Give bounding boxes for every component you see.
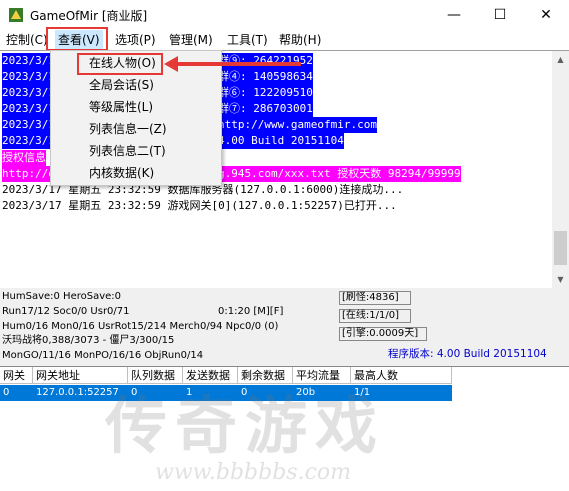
online-count-box: [在线:1/1/0] bbox=[339, 309, 411, 323]
annotation-arrow bbox=[176, 62, 301, 66]
log-line-rest: http://www.gameofmir.com bbox=[218, 117, 377, 133]
status-time: 0:1:20 [M][F] bbox=[218, 306, 284, 317]
menu-help[interactable]: 帮助(H) bbox=[276, 30, 324, 50]
log-line-rest: 群⑦: 286703001 bbox=[218, 101, 313, 117]
menu-list-info-two[interactable]: 列表信息二(T) bbox=[51, 141, 221, 162]
status-mongo: MonGO/11/16 MonPO/16/16 ObjRun0/14 bbox=[2, 350, 204, 361]
license-line: 授权信息 bbox=[2, 150, 46, 166]
status-hum: Hum0/16 Mon0/16 UsrRot15/214 Merch0/94 N… bbox=[2, 321, 279, 332]
menu-list-info-one[interactable]: 列表信息一(Z) bbox=[51, 119, 221, 140]
status-save: HumSave:0 HeroSave:0 bbox=[2, 291, 122, 302]
menu-level-attributes[interactable]: 等级属性(L) bbox=[51, 97, 221, 118]
scroll-thumb[interactable] bbox=[554, 231, 567, 265]
menu-view-highlight bbox=[46, 27, 108, 51]
window-title: GameOfMir [商业版] bbox=[30, 9, 148, 23]
log-line: 2023/3/17 星期五 23:32:59 游戏网关[0](127.0.0.1… bbox=[2, 199, 397, 212]
status-monster: 沃玛战将0,388/3073 - 僵尸3/300/15 bbox=[2, 335, 175, 346]
scroll-down-icon[interactable]: ▼ bbox=[552, 271, 569, 288]
log-line-rest: 群⑨: 264221952 bbox=[218, 53, 313, 69]
menu-control[interactable]: 控制(C) bbox=[3, 30, 51, 50]
log-line-rest: 群⑥: 122209510 bbox=[218, 85, 313, 101]
menu-kernel-data[interactable]: 内核数据(K) bbox=[51, 163, 221, 184]
app-icon bbox=[9, 8, 23, 22]
log-line-rest: 4.00 Build 20151104 bbox=[218, 133, 344, 149]
menu-options[interactable]: 选项(P) bbox=[112, 30, 159, 50]
minimize-button[interactable]: — bbox=[431, 0, 477, 30]
column-header-gateway[interactable]: 网关 bbox=[0, 367, 33, 384]
menu-tools[interactable]: 工具(T) bbox=[224, 30, 271, 50]
log-scrollbar[interactable]: ▲ ▼ bbox=[552, 51, 569, 288]
close-button[interactable]: ✕ bbox=[523, 0, 569, 30]
scroll-up-icon[interactable]: ▲ bbox=[552, 51, 569, 68]
program-version: 程序版本: 4.00 Build 20151104 bbox=[388, 348, 547, 360]
refresh-monster-box: [刷怪:4836] bbox=[339, 291, 411, 305]
status-panel: HumSave:0 HeroSave:0 Run17/12 Soc0/0 Usr… bbox=[0, 288, 569, 366]
menu-global-sessions[interactable]: 全局会话(S) bbox=[51, 75, 221, 96]
table-cell: 0 bbox=[3, 387, 10, 398]
log-line-rest: 群④: 140598634 bbox=[218, 69, 313, 85]
title-bar: GameOfMir [商业版] — ☐ ✕ bbox=[0, 0, 569, 30]
watermark: 传奇游戏 bbox=[105, 389, 386, 462]
watermark-url: www.bbbbbs.com bbox=[155, 460, 352, 485]
menu-manage[interactable]: 管理(M) bbox=[166, 30, 216, 50]
maximize-button[interactable]: ☐ bbox=[477, 0, 523, 30]
online-players-highlight bbox=[77, 53, 163, 75]
status-run: Run17/12 Soc0/0 Usr0/71 bbox=[2, 306, 130, 317]
annotation-arrow-head bbox=[164, 56, 178, 72]
engine-box: [引擎:0.0009天] bbox=[339, 327, 427, 341]
license-line-rest: g.945.com/xxx.txt 授权天数 98294/99999 bbox=[218, 166, 461, 182]
